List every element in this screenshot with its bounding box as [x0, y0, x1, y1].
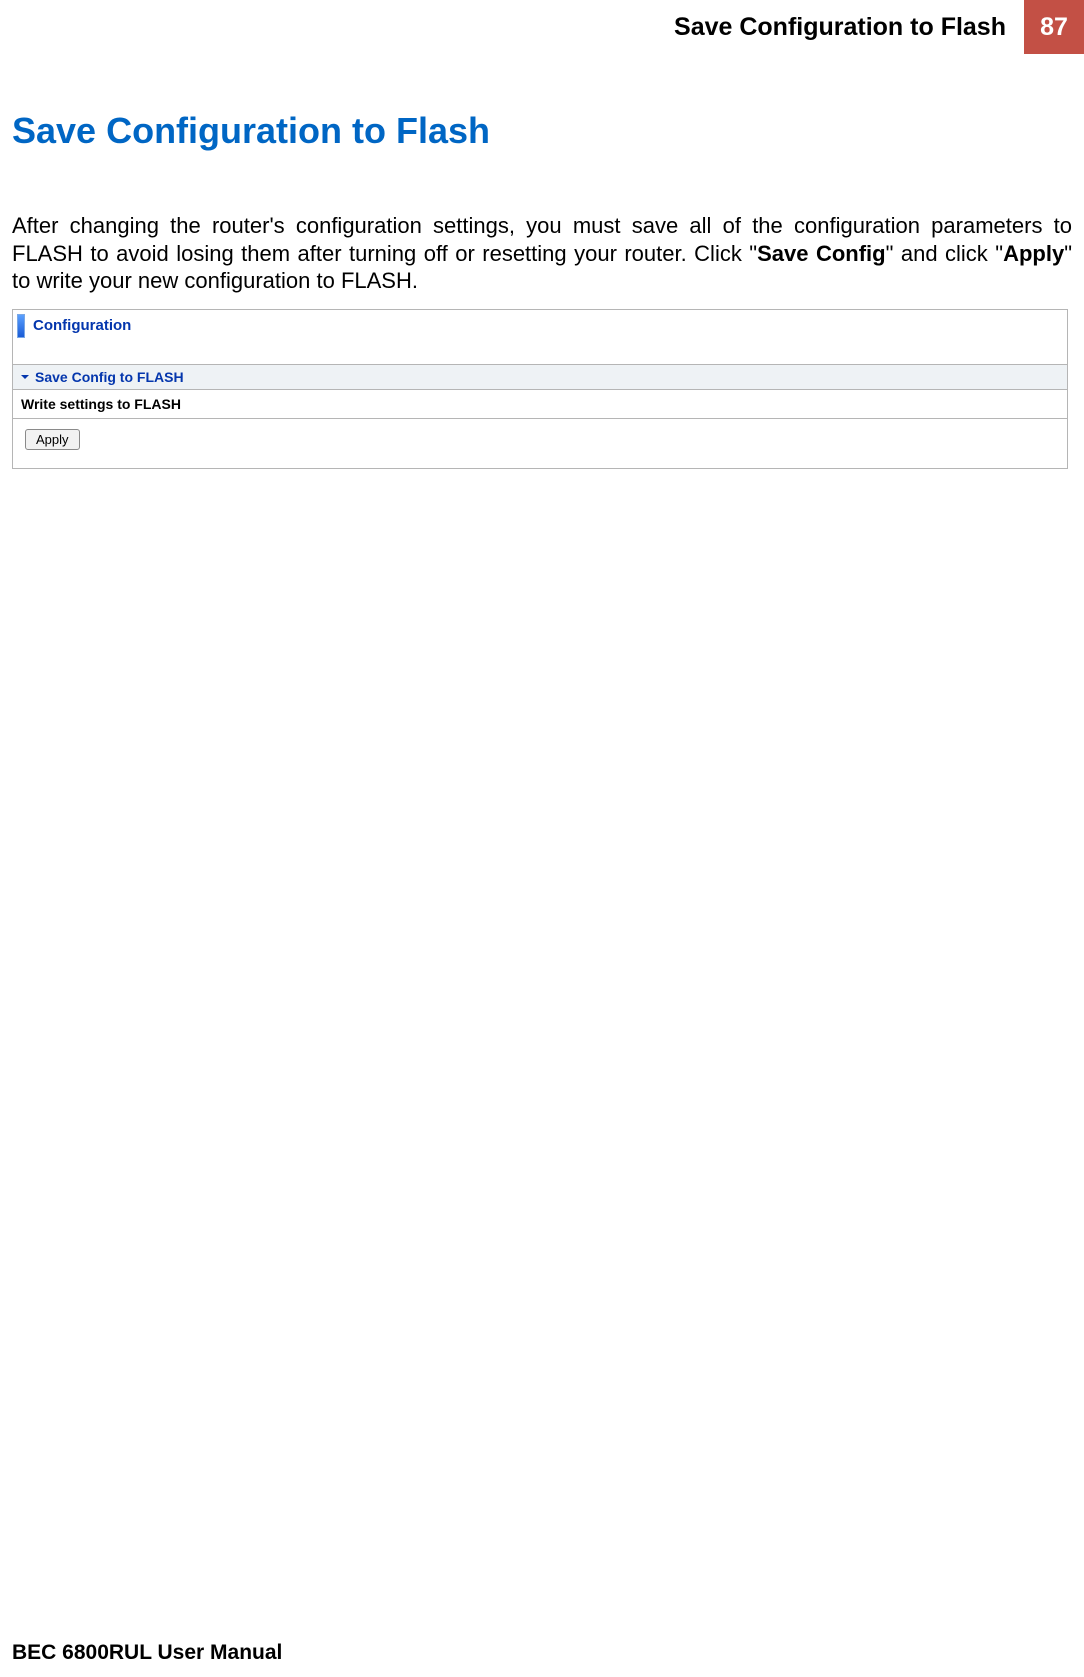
page-title: Save Configuration to Flash [12, 110, 1072, 152]
description-row: Write settings to FLASH [13, 390, 1067, 419]
section-title: Save Config to FLASH [35, 369, 184, 385]
config-header-title: Configuration [25, 314, 131, 338]
header-section-title: Save Configuration to Flash [674, 0, 1024, 54]
footer-text: BEC 6800RUL User Manual [12, 1641, 282, 1665]
page-number-box: 87 [1024, 0, 1084, 54]
page-number: 87 [1040, 13, 1068, 42]
body-paragraph: After changing the router's configuratio… [12, 212, 1072, 295]
chevron-down-icon [19, 371, 31, 383]
config-header-wrap: Configuration [13, 310, 1067, 365]
config-panel: Configuration Save Config to FLASH Write… [12, 309, 1068, 469]
apply-button[interactable]: Apply [25, 429, 80, 450]
section-row[interactable]: Save Config to FLASH [13, 365, 1067, 390]
button-row: Apply [13, 419, 1067, 468]
content-area: Save Configuration to Flash After changi… [0, 0, 1084, 469]
page-header: Save Configuration to Flash 87 [674, 0, 1084, 54]
description-text: Write settings to FLASH [21, 396, 181, 412]
para-bold-1: Save Config [757, 241, 885, 266]
config-header: Configuration [17, 314, 1063, 338]
blue-accent-bar [17, 314, 25, 338]
para-bold-2: Apply [1003, 241, 1064, 266]
para-text-2: " and click " [886, 241, 1003, 266]
